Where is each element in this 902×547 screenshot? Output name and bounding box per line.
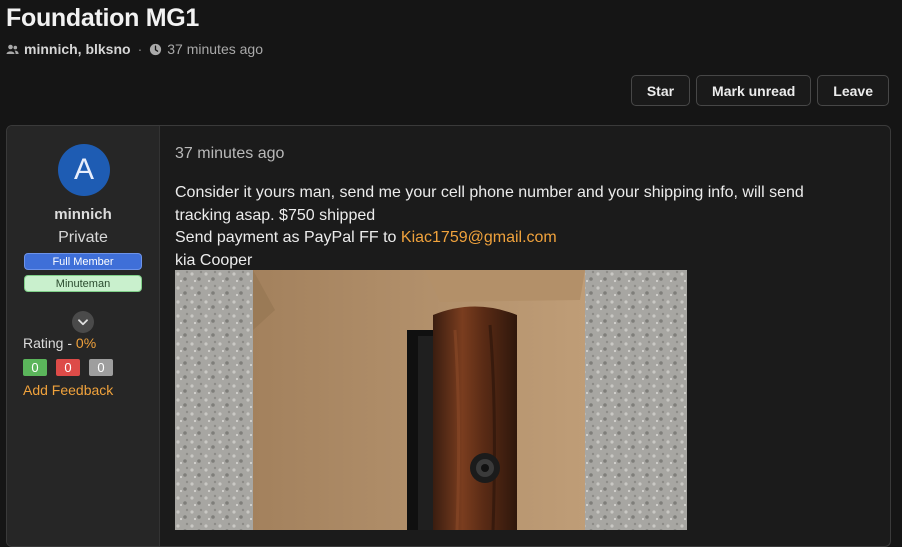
rating-value: 0% (75, 335, 97, 351)
mark-unread-button[interactable]: Mark unread (696, 75, 812, 106)
author-name[interactable]: minnich (7, 206, 159, 223)
signature-line: kia Cooper (175, 251, 253, 269)
thread-title: Foundation MG1 (6, 4, 199, 32)
attached-photo[interactable] (175, 270, 687, 530)
payment-line: Send payment as PayPal FF to Kiac1759@gm… (175, 229, 557, 246)
positive-count: 0 (23, 359, 47, 376)
thread-actions: Star Mark unread Leave (630, 75, 889, 106)
star-button[interactable]: Star (630, 75, 691, 106)
thread-time: 37 minutes ago (167, 41, 263, 57)
badge-minuteman: Minuteman (24, 275, 142, 292)
feedback-counts: 0 0 0 (23, 359, 113, 376)
message-line: Consider it yours man, send me your cell… (175, 184, 804, 224)
chevron-down-icon (78, 318, 88, 326)
post-time: 37 minutes ago (175, 145, 285, 162)
author-status: Private (58, 229, 108, 246)
neutral-count: 0 (89, 359, 113, 376)
users-icon (6, 43, 19, 56)
clock-icon (149, 43, 162, 56)
add-feedback-link[interactable]: Add Feedback (23, 382, 113, 398)
avatar[interactable]: A (58, 144, 110, 196)
post-body: Consider it yours man, send me your cell… (175, 182, 855, 272)
email-link[interactable]: Kiac1759@gmail.com (401, 229, 557, 246)
message-post: A minnich Private Full Member Minuteman … (6, 125, 891, 547)
expand-author-button[interactable] (72, 311, 94, 333)
badge-full-member: Full Member (24, 253, 142, 270)
participants: minnich, blksno (24, 41, 131, 57)
negative-count: 0 (56, 359, 80, 376)
leave-button[interactable]: Leave (817, 75, 889, 106)
rating-label: Rating - (23, 335, 76, 351)
thread-meta: minnich, blksno · 37 minutes ago (6, 41, 263, 57)
rating: Rating - 0% (23, 335, 96, 351)
separator-dot: · (137, 41, 143, 57)
author-sidebar: A minnich Private Full Member Minuteman … (7, 126, 160, 546)
